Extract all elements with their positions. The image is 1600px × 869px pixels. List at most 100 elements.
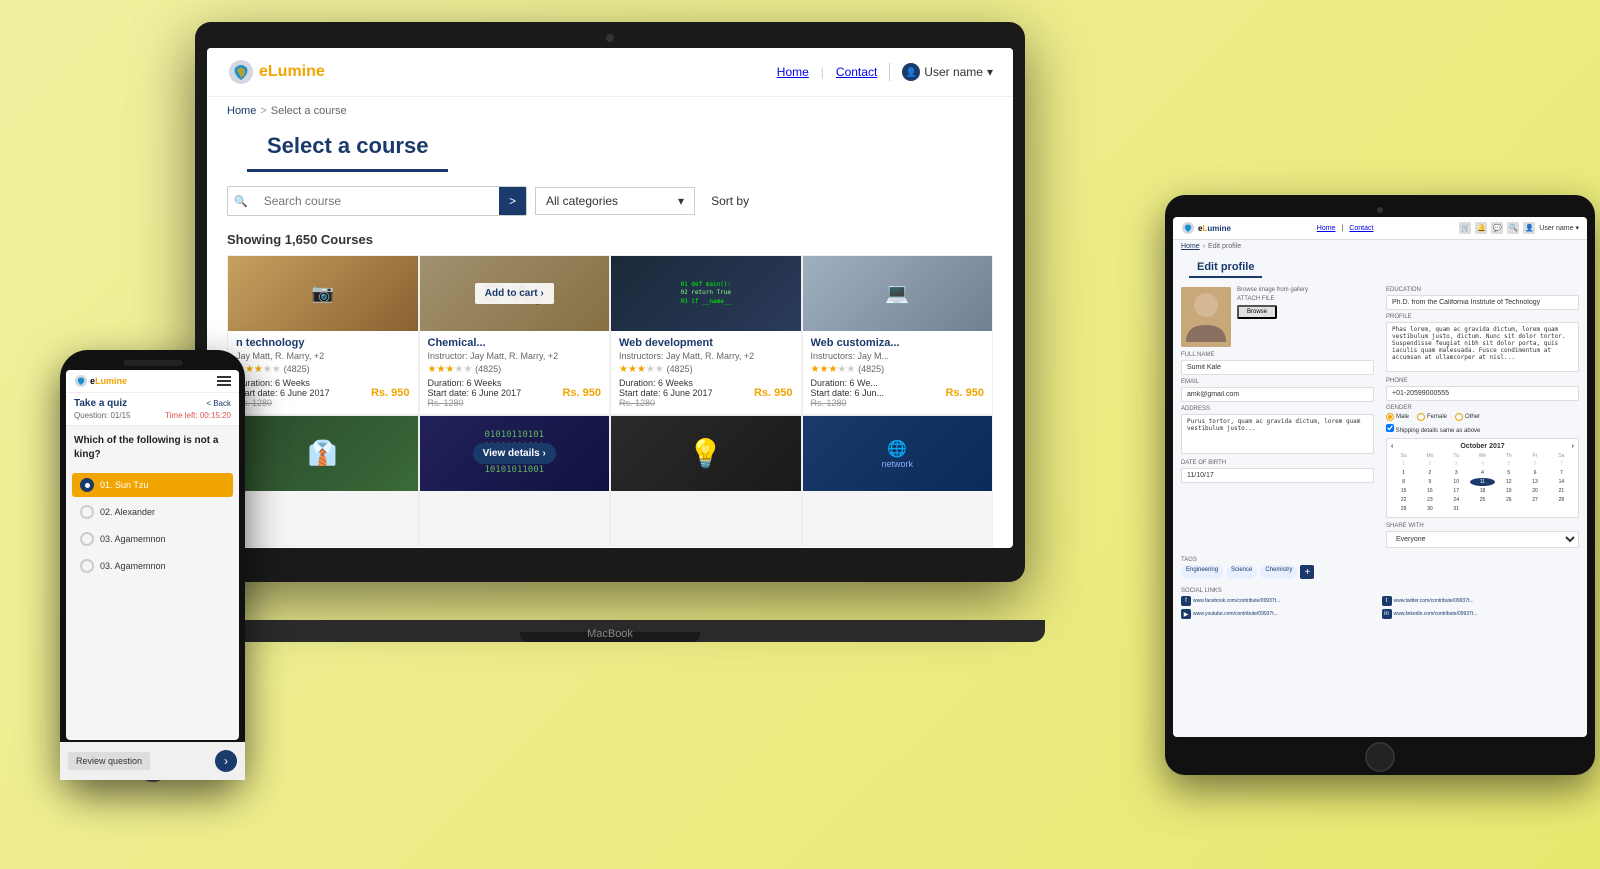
education-input[interactable] bbox=[1386, 295, 1579, 310]
cal-day-30[interactable]: 30 bbox=[1417, 505, 1442, 513]
cal-day-21[interactable]: 21 bbox=[1549, 487, 1574, 495]
cal-day-5[interactable]: 5 bbox=[1496, 469, 1521, 477]
cal-day-prev-1[interactable]: 1 bbox=[1391, 460, 1416, 468]
cal-day-4[interactable]: 4 bbox=[1470, 469, 1495, 477]
gender-male-option[interactable]: Male bbox=[1386, 413, 1409, 421]
add-to-cart-button[interactable]: Add to cart › bbox=[475, 283, 554, 304]
cal-day-prev-6[interactable]: 6 bbox=[1522, 460, 1547, 468]
nav-contact-link[interactable]: Contact bbox=[836, 65, 877, 79]
fullname-input[interactable] bbox=[1181, 360, 1374, 375]
cal-day-prev-4[interactable]: 4 bbox=[1470, 460, 1495, 468]
cal-day-18[interactable]: 18 bbox=[1470, 487, 1495, 495]
cal-day-23[interactable]: 23 bbox=[1417, 496, 1442, 504]
tablet-nav-contact[interactable]: Contact bbox=[1349, 225, 1373, 232]
site-header: eHomeLumine Home | Contact 👤 User name ▾ bbox=[207, 48, 1013, 97]
youtube-link[interactable]: ▶ www.youtube.com/contribute/09937t... bbox=[1181, 609, 1379, 619]
facebook-link[interactable]: f www.facebook.com/contribute/09937t... bbox=[1181, 596, 1379, 606]
dob-input[interactable] bbox=[1181, 468, 1374, 483]
profile-input[interactable]: Phas lorem, quam ac gravida dictum, lore… bbox=[1386, 322, 1579, 372]
cal-day-16[interactable]: 16 bbox=[1417, 487, 1442, 495]
cal-day-11-today[interactable]: 11 bbox=[1470, 478, 1495, 486]
hamburger-menu[interactable] bbox=[217, 376, 231, 386]
email-input[interactable] bbox=[1181, 387, 1374, 402]
address-label: Address bbox=[1181, 406, 1374, 412]
quiz-option-3[interactable]: 03. Agamemnon bbox=[72, 527, 233, 551]
twitter-link[interactable]: t www.twitter.com/contribute/09937t... bbox=[1382, 596, 1580, 606]
breadcrumb-separator: > bbox=[260, 105, 266, 117]
phone-logo-text: eLumine bbox=[90, 376, 127, 386]
gender-other-option[interactable]: Other bbox=[1455, 413, 1480, 421]
tablet-user-icon[interactable]: 👤 bbox=[1523, 222, 1535, 234]
phone-label: Phone bbox=[1386, 378, 1579, 384]
cal-day-28[interactable]: 28 bbox=[1549, 496, 1574, 504]
tablet-nav-home[interactable]: Home bbox=[1317, 225, 1336, 232]
cal-day-25[interactable]: 25 bbox=[1470, 496, 1495, 504]
cal-day-19[interactable]: 19 bbox=[1496, 487, 1521, 495]
tablet-chat-icon[interactable]: 💬 bbox=[1491, 222, 1503, 234]
cal-day-prev-7[interactable]: 7 bbox=[1549, 460, 1574, 468]
tablet-search-icon[interactable]: 🔍 bbox=[1507, 222, 1519, 234]
cal-day-20[interactable]: 20 bbox=[1522, 487, 1547, 495]
cal-day-prev-2[interactable]: 2 bbox=[1417, 460, 1442, 468]
course-info-5-placeholder bbox=[228, 491, 418, 546]
cal-day-7[interactable]: 7 bbox=[1549, 469, 1574, 477]
share-with-select[interactable]: Everyone Friends Groups bbox=[1386, 531, 1579, 548]
cal-header-fr: Fr bbox=[1522, 453, 1547, 459]
view-details-button[interactable]: View details › bbox=[473, 443, 556, 464]
tablet-camera bbox=[1377, 207, 1383, 213]
cal-day-prev-3[interactable]: 3 bbox=[1444, 460, 1469, 468]
search-submit-button[interactable]: > bbox=[499, 187, 526, 215]
tablet-notification-icon[interactable]: 🔔 bbox=[1475, 222, 1487, 234]
browse-button[interactable]: Browse bbox=[1237, 305, 1277, 319]
cal-day-27[interactable]: 27 bbox=[1522, 496, 1547, 504]
quiz-option-2[interactable]: 02. Alexander bbox=[72, 500, 233, 524]
cal-prev-icon[interactable]: ‹ bbox=[1391, 443, 1393, 450]
tablet-breadcrumb-home[interactable]: Home bbox=[1181, 243, 1200, 250]
linkedin-link[interactable]: in www.linkedin.com/contribute/09937t... bbox=[1382, 609, 1580, 619]
cal-day-14[interactable]: 14 bbox=[1549, 478, 1574, 486]
form-group-fullname: Full name bbox=[1181, 352, 1374, 375]
cal-day-22[interactable]: 22 bbox=[1391, 496, 1416, 504]
quiz-option-4[interactable]: 03. Agamemnon bbox=[72, 554, 233, 578]
user-menu[interactable]: 👤 User name ▾ bbox=[889, 63, 993, 81]
course-stars-4: ★★★ bbox=[811, 364, 838, 375]
tag-add-button[interactable]: + bbox=[1300, 565, 1314, 579]
cal-day-prev-5[interactable]: 5 bbox=[1496, 460, 1521, 468]
quiz-option-1[interactable]: 01. Sun Tzu bbox=[72, 473, 233, 497]
gender-male-radio bbox=[1386, 413, 1394, 421]
breadcrumb-home[interactable]: Home bbox=[227, 105, 256, 117]
course-thumb-8: 🌐 network bbox=[803, 416, 993, 491]
nav-home-link[interactable]: Home bbox=[777, 65, 809, 79]
laptop-device: eHomeLumine Home | Contact 👤 User name ▾… bbox=[195, 22, 1025, 642]
cal-day-26[interactable]: 26 bbox=[1496, 496, 1521, 504]
cal-day-12[interactable]: 12 bbox=[1496, 478, 1521, 486]
cal-day-6[interactable]: 6 bbox=[1522, 469, 1547, 477]
course-thumb-wrapper-2: E A, Add to cart › bbox=[420, 256, 610, 331]
cal-day-13[interactable]: 13 bbox=[1522, 478, 1547, 486]
cal-day-1[interactable]: 1 bbox=[1391, 469, 1416, 477]
gender-female-option[interactable]: Female bbox=[1417, 413, 1447, 421]
cal-day-3[interactable]: 3 bbox=[1444, 469, 1469, 477]
cal-day-29[interactable]: 29 bbox=[1391, 505, 1416, 513]
address-input[interactable]: Purus tortor, quam ac gravida dictum, lo… bbox=[1181, 414, 1374, 454]
tablet-cart-icon[interactable]: 🛒 bbox=[1459, 222, 1471, 234]
cal-day-10[interactable]: 10 bbox=[1444, 478, 1469, 486]
phone-input[interactable] bbox=[1386, 386, 1579, 401]
course-thumb-wrapper-6: 01010110101 11010101010 00110101110 1010… bbox=[420, 416, 610, 491]
cal-day-8[interactable]: 8 bbox=[1391, 478, 1416, 486]
cal-day-24[interactable]: 24 bbox=[1444, 496, 1469, 504]
address-same-checkbox[interactable]: Shipping details same as above bbox=[1386, 424, 1579, 434]
cal-day-31[interactable]: 31 bbox=[1444, 505, 1469, 513]
quiz-back-button[interactable]: < Back bbox=[206, 399, 231, 408]
gender-female-label: Female bbox=[1427, 414, 1447, 420]
cal-day-2[interactable]: 2 bbox=[1417, 469, 1442, 477]
cal-next-icon[interactable]: › bbox=[1572, 443, 1574, 450]
youtube-icon: ▶ bbox=[1181, 609, 1191, 619]
search-input[interactable] bbox=[254, 188, 499, 214]
category-select[interactable]: All categories ▾ bbox=[535, 187, 695, 215]
cal-day-17[interactable]: 17 bbox=[1444, 487, 1469, 495]
browse-gallery-link[interactable]: Browse image from gallery bbox=[1237, 287, 1308, 293]
cal-day-15[interactable]: 15 bbox=[1391, 487, 1416, 495]
cal-day-9[interactable]: 9 bbox=[1417, 478, 1442, 486]
tablet-home-button[interactable] bbox=[1365, 742, 1395, 772]
